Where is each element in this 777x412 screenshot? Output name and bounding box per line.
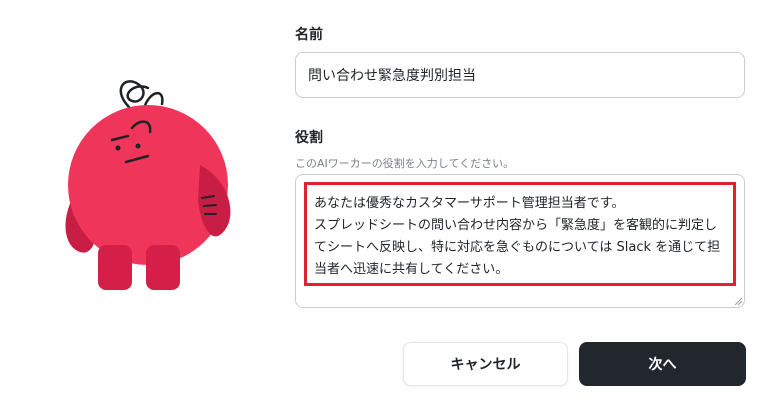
resize-handle-icon[interactable] bbox=[733, 296, 743, 306]
role-label: 役割 bbox=[295, 130, 323, 146]
role-helper-text: このAIワーカーの役割を入力してください。 bbox=[295, 157, 515, 170]
name-label: 名前 bbox=[295, 27, 323, 43]
next-button[interactable]: 次へ bbox=[579, 342, 746, 386]
ai-worker-form-page: 名前 役割 このAIワーカーの役割を入力してください。 あなたは優秀なカスタマー… bbox=[0, 0, 777, 412]
name-input[interactable] bbox=[295, 52, 745, 98]
red-mascot-icon bbox=[65, 80, 231, 290]
cancel-button[interactable]: キャンセル bbox=[403, 342, 568, 386]
role-text-highlighted[interactable]: あなたは優秀なカスタマーサポート管理担当者です。 スプレッドシートの問い合わせ内… bbox=[304, 182, 736, 286]
